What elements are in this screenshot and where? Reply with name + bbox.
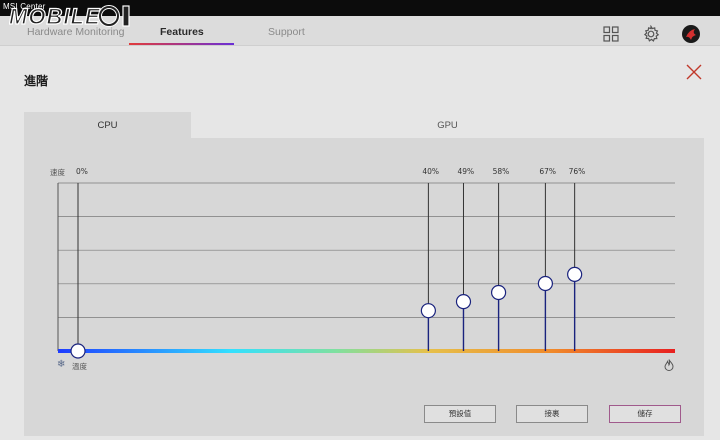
curve-point-handle[interactable] bbox=[490, 284, 507, 301]
fan-curve-chart: 0% 40% 49% 58% 67% 76% bbox=[57, 167, 675, 359]
default-button[interactable]: 預設值 bbox=[424, 405, 496, 423]
curve-point-handle[interactable] bbox=[537, 275, 553, 292]
point-value-label: 76% bbox=[569, 167, 586, 176]
curve-point-handle[interactable] bbox=[420, 303, 436, 319]
point-value-label: 49% bbox=[457, 167, 474, 176]
snowflake-icon: ❄ bbox=[57, 359, 66, 370]
point-value-label: 58% bbox=[493, 167, 510, 176]
flame-icon bbox=[664, 359, 674, 371]
curve-point-handle[interactable] bbox=[567, 266, 583, 282]
curve-point-handle[interactable] bbox=[455, 294, 472, 310]
save-button[interactable]: 儲存 bbox=[609, 405, 681, 423]
point-value-label: 0% bbox=[76, 167, 88, 176]
app-window: MSI Center Hardware Monitoring Features … bbox=[0, 0, 720, 440]
apply-button[interactable]: 接裹 bbox=[516, 405, 588, 423]
temperature-gradient-bar bbox=[58, 349, 675, 353]
x-axis-label: 溫度 bbox=[72, 362, 87, 371]
curve-point-handle[interactable] bbox=[70, 343, 86, 359]
point-value-label: 40% bbox=[422, 167, 439, 176]
point-value-label: 67% bbox=[539, 167, 556, 176]
